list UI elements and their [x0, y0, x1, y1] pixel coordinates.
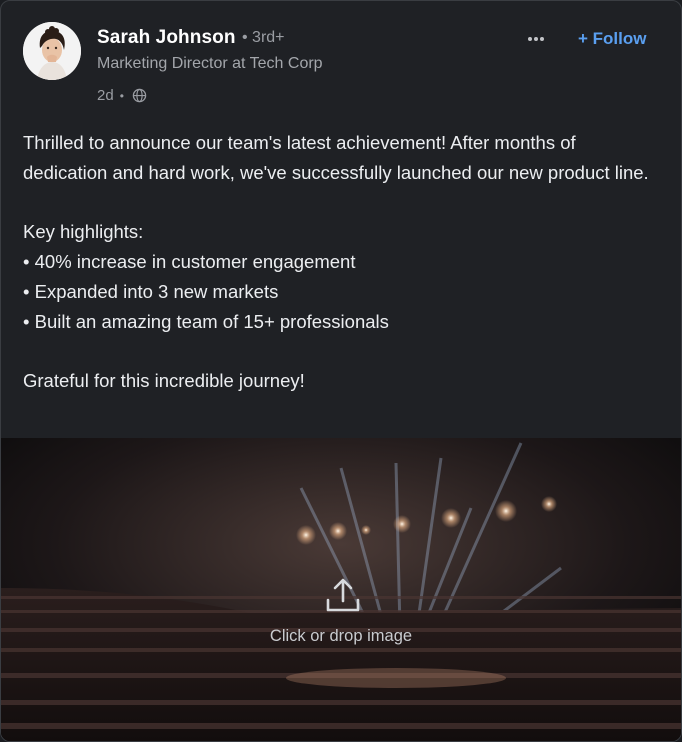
- connection-degree: • 3rd+: [242, 29, 285, 46]
- image-dropzone[interactable]: Click or drop image: [1, 438, 681, 741]
- post-intro: Thrilled to announce our team's latest a…: [23, 132, 649, 183]
- highlight-item: • Expanded into 3 new markets: [23, 280, 279, 302]
- post-body: Thrilled to announce our team's latest a…: [23, 128, 663, 396]
- follow-button[interactable]: + Follow: [578, 29, 646, 49]
- ellipsis-icon: [528, 37, 544, 41]
- highlight-item: • 40% increase in customer engagement: [23, 251, 356, 273]
- post-time: 2d: [97, 87, 114, 104]
- upload-icon: [326, 578, 360, 612]
- profile-photo: [23, 22, 81, 80]
- highlights-title: Key highlights:: [23, 221, 144, 243]
- post-closing: Grateful for this incredible journey!: [23, 370, 305, 392]
- meta-separator: •: [119, 88, 124, 103]
- post-meta: 2d •: [97, 87, 147, 104]
- globe-icon: [132, 88, 147, 103]
- upload-label: Click or drop image: [269, 627, 413, 645]
- highlight-item: • Built an amazing team of 15+ professio…: [23, 310, 389, 332]
- author-headline: Marketing Director at Tech Corp: [97, 55, 323, 72]
- connection-degree-value: 3rd+: [252, 29, 285, 46]
- author-name[interactable]: Sarah Johnson: [97, 27, 236, 49]
- post-card: Sarah Johnson • 3rd+ Marketing Director …: [0, 0, 682, 742]
- more-options-button[interactable]: [523, 27, 549, 51]
- avatar[interactable]: [23, 22, 81, 80]
